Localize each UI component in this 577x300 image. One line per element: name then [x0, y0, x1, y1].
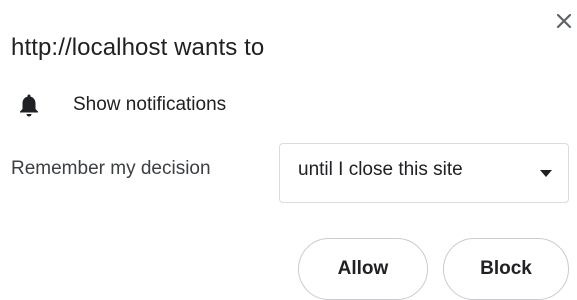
permission-prompt: http://localhost wants to Show notificat…	[0, 0, 577, 300]
allow-button[interactable]: Allow	[298, 238, 428, 300]
permission-row: Show notifications	[18, 91, 226, 119]
caret-down-icon	[540, 170, 552, 177]
close-icon	[556, 13, 572, 29]
prompt-title: http://localhost wants to	[11, 34, 265, 61]
select-value: until I close this site	[298, 159, 463, 180]
bell-icon	[18, 92, 40, 118]
block-button[interactable]: Block	[443, 238, 569, 300]
permission-label: Show notifications	[73, 94, 227, 115]
remember-decision-label: Remember my decision	[11, 158, 211, 179]
remember-decision-select[interactable]: until I close this site	[279, 143, 569, 203]
close-button[interactable]	[551, 8, 577, 34]
